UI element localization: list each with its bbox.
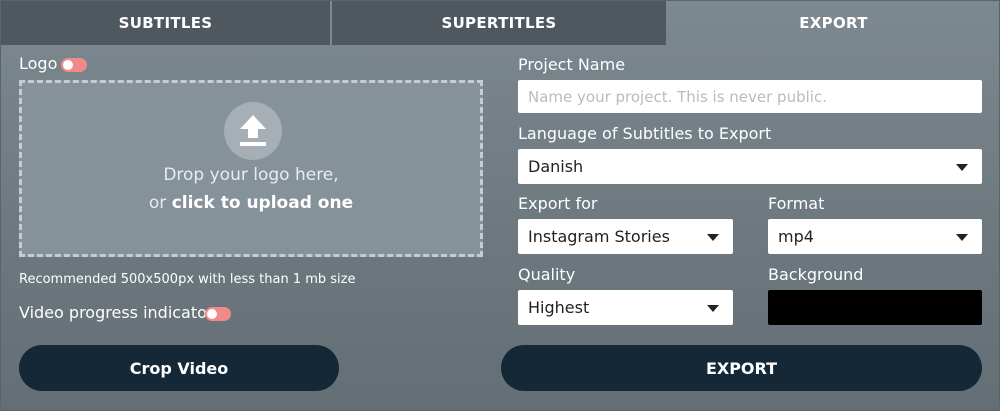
tab-bar: SUBTITLES SUPERTITLES EXPORT bbox=[1, 1, 1000, 45]
export-for-value: Instagram Stories bbox=[528, 227, 670, 246]
tab-export[interactable]: EXPORT bbox=[666, 1, 1000, 45]
format-select[interactable]: mp4 bbox=[768, 219, 982, 254]
background-color-swatch[interactable] bbox=[768, 290, 982, 325]
tab-subtitles[interactable]: SUBTITLES bbox=[1, 1, 332, 45]
crop-video-button[interactable]: Crop Video bbox=[19, 345, 339, 391]
progress-label: Video progress indicator bbox=[19, 303, 214, 322]
language-label: Language of Subtitles to Export bbox=[518, 124, 772, 143]
upload-link[interactable]: click to upload one bbox=[172, 193, 353, 213]
progress-toggle[interactable] bbox=[205, 307, 231, 321]
drop-or: or bbox=[148, 193, 167, 213]
toggle-knob bbox=[207, 309, 217, 319]
quality-select[interactable]: Highest bbox=[518, 290, 733, 325]
logo-toggle[interactable] bbox=[61, 58, 87, 72]
export-panel: SUBTITLES SUPERTITLES EXPORT Logo Drop y… bbox=[0, 0, 1000, 411]
chevron-down-icon bbox=[707, 304, 719, 312]
logo-label: Logo bbox=[19, 54, 58, 73]
upload-icon bbox=[224, 102, 282, 160]
drop-text-line2: or click to upload one bbox=[22, 193, 480, 213]
project-name-label: Project Name bbox=[518, 55, 626, 74]
tab-supertitles[interactable]: SUPERTITLES bbox=[332, 1, 666, 45]
export-for-select[interactable]: Instagram Stories bbox=[518, 219, 733, 254]
logo-dropzone[interactable]: Drop your logo here, or click to upload … bbox=[19, 80, 483, 257]
format-label: Format bbox=[768, 194, 825, 213]
quality-value: Highest bbox=[528, 298, 590, 317]
background-label: Background bbox=[768, 265, 864, 284]
chevron-down-icon bbox=[956, 233, 968, 241]
toggle-knob bbox=[63, 60, 73, 70]
language-value: Danish bbox=[528, 157, 584, 176]
drop-text: Drop your logo here, bbox=[163, 165, 339, 185]
chevron-down-icon bbox=[956, 163, 968, 171]
export-for-label: Export for bbox=[518, 194, 598, 213]
export-button[interactable]: EXPORT bbox=[501, 345, 982, 391]
chevron-down-icon bbox=[707, 233, 719, 241]
language-select[interactable]: Danish bbox=[518, 149, 982, 184]
project-name-input[interactable] bbox=[518, 80, 982, 113]
logo-size-hint: Recommended 500x500px with less than 1 m… bbox=[19, 272, 356, 287]
quality-label: Quality bbox=[518, 265, 576, 284]
format-value: mp4 bbox=[778, 227, 814, 246]
